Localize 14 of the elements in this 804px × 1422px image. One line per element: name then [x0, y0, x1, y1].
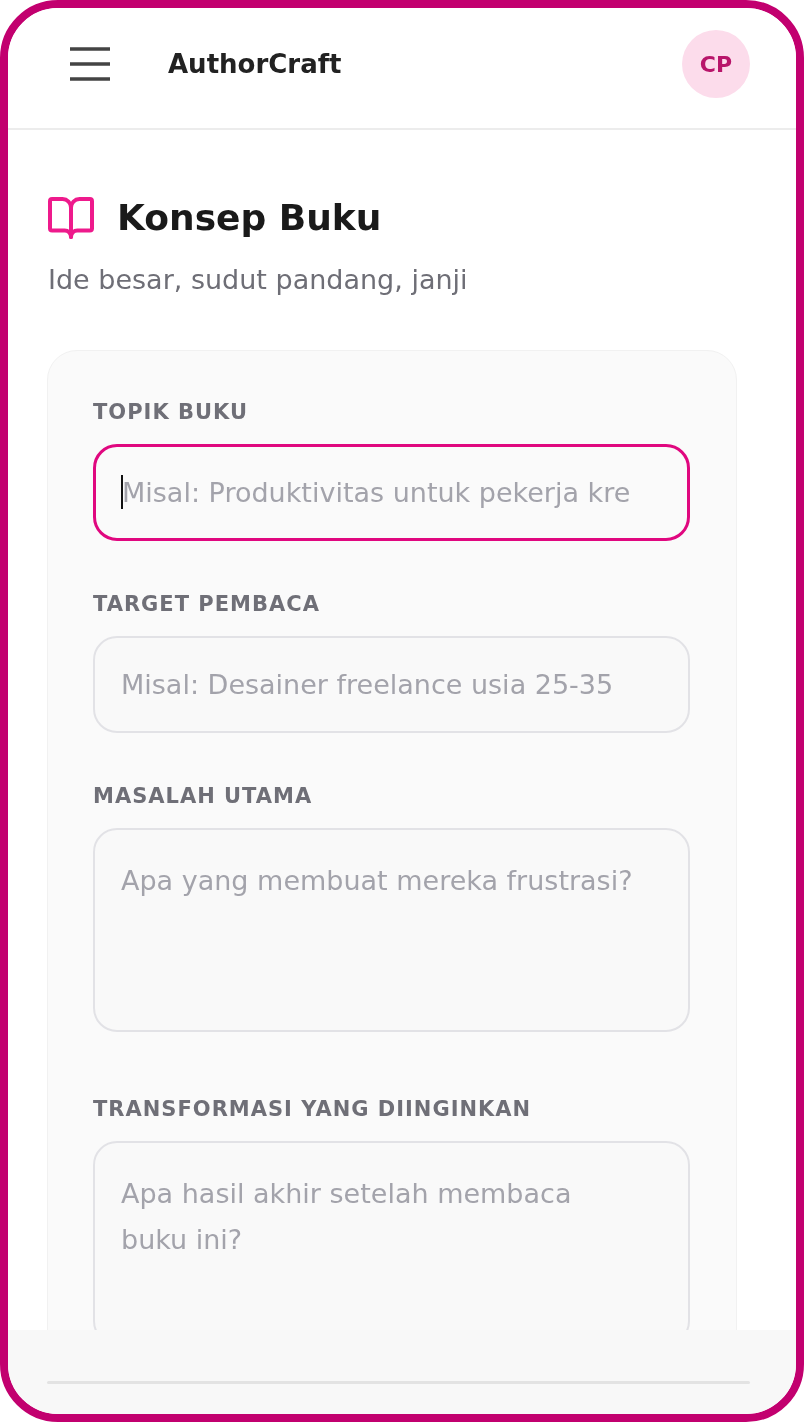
- text-cursor-icon: [121, 475, 123, 509]
- app-title: AuthorCraft: [168, 51, 342, 77]
- field-label: MASALAH UTAMA: [93, 783, 314, 810]
- page-subtitle: Ide besar, sudut pandang, janji: [48, 263, 469, 297]
- text-area-field[interactable]: Apa yang membuat mereka frustrasi?: [93, 828, 690, 1032]
- menu-icon[interactable]: [70, 47, 110, 81]
- field-label: TOPIK BUKU: [93, 399, 249, 426]
- page-title: Konsep Buku: [117, 196, 382, 240]
- text-area-field[interactable]: Apa hasil akhir setelah membaca buku ini?: [93, 1141, 690, 1330]
- book-icon: [48, 197, 94, 239]
- text-input-field[interactable]: Misal: Produktivitas untuk pekerja kre: [93, 444, 690, 541]
- field-label: TRANSFORMASI YANG DIINGINKAN: [93, 1096, 533, 1123]
- field-label: TARGET PEMBACA: [93, 591, 321, 618]
- user-avatar[interactable]: CP: [682, 30, 750, 98]
